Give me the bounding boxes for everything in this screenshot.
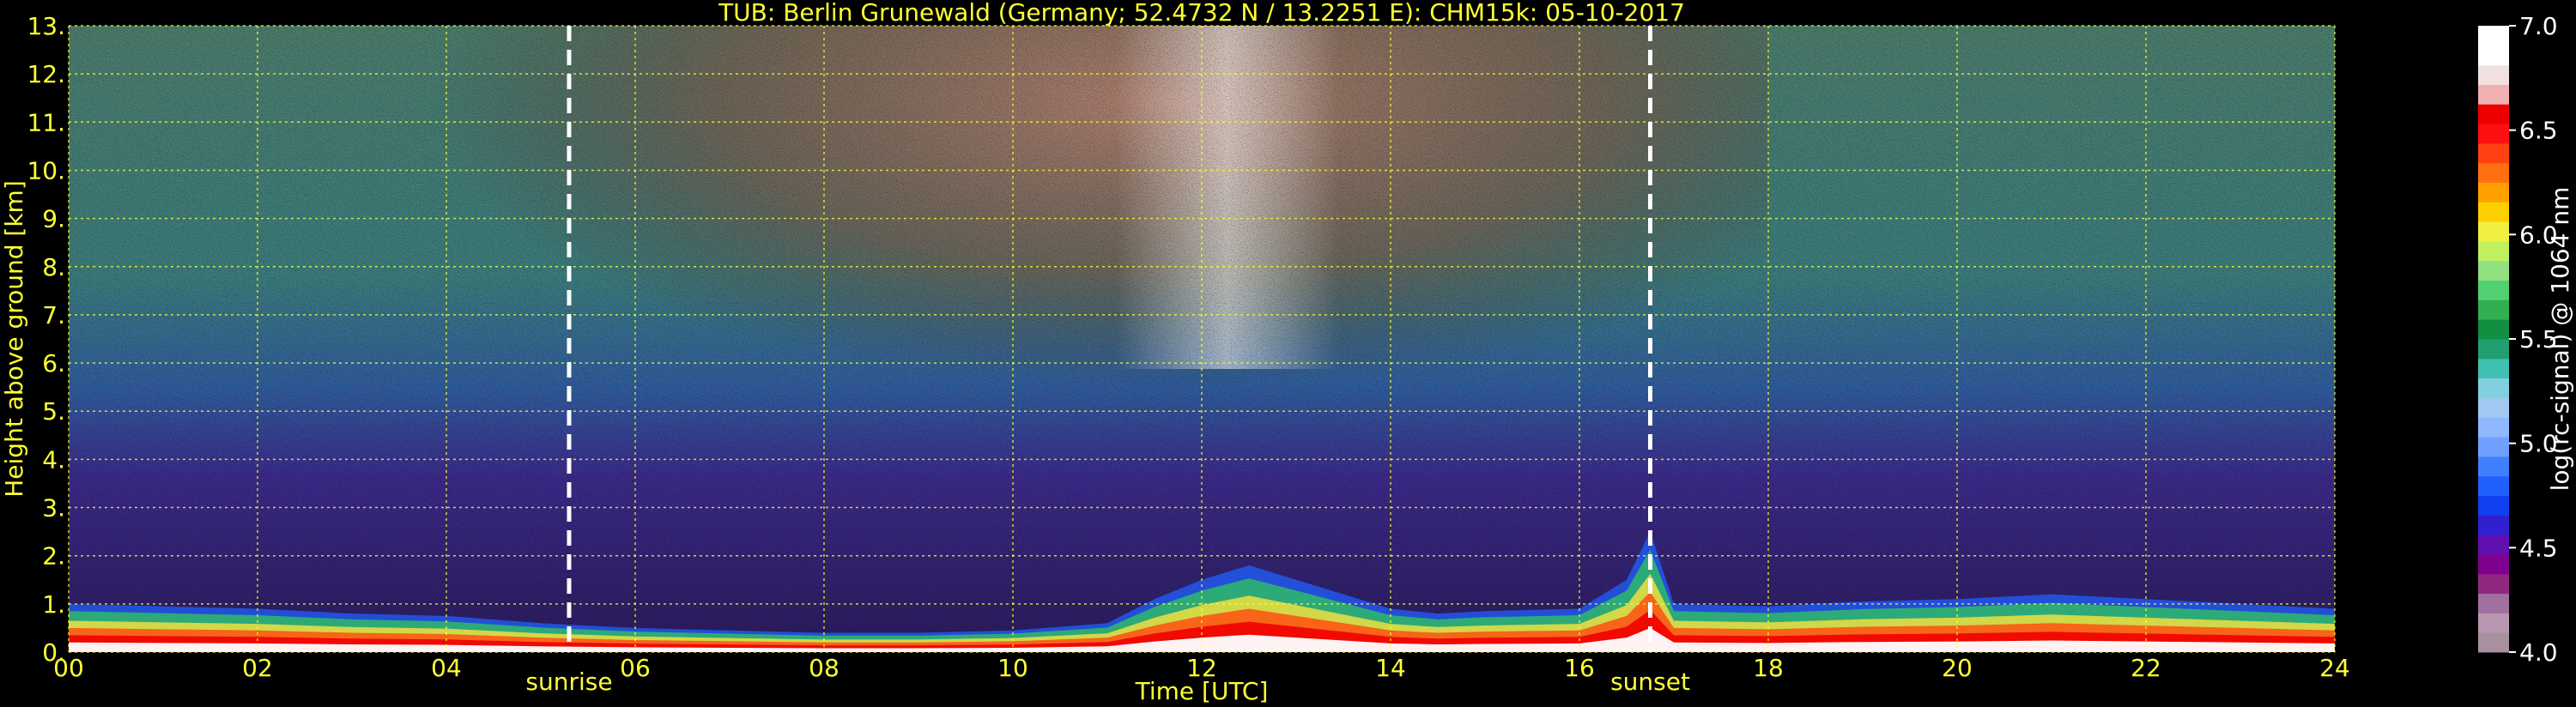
colorbar-segment: [2478, 202, 2509, 222]
colorbar-segment: [2478, 124, 2509, 144]
x-tick-label: 08: [809, 654, 839, 682]
colorbar-segment: [2478, 397, 2509, 418]
y-tick-label: 3.: [42, 494, 65, 523]
x-tick-label: 22: [2131, 654, 2161, 682]
x-tick-label: 18: [1753, 654, 1784, 682]
colorbar-segment: [2478, 613, 2509, 633]
colorbar-segment: [2478, 64, 2509, 85]
colorbar-segment: [2478, 358, 2509, 379]
colorbar-segment: [2478, 632, 2509, 653]
y-tick-label: 10.: [27, 156, 65, 184]
y-tick-label: 7.: [42, 301, 65, 329]
colorbar-segment: [2478, 142, 2509, 164]
colorbar-segment: [2478, 182, 2509, 202]
x-tick-label: 14: [1375, 654, 1406, 682]
colorbar-segment: [2478, 240, 2509, 262]
y-tick-label: 8.: [42, 253, 65, 281]
colorbar-segment: [2478, 515, 2509, 535]
colorbar-segment: [2478, 260, 2509, 281]
y-tick-label: 0.: [42, 638, 65, 667]
x-tick-label: 24: [2319, 654, 2350, 682]
y-tick-label: 11.: [27, 108, 65, 136]
y-tick-label: 4.: [42, 445, 65, 474]
y-tick-label: 1.: [42, 590, 65, 619]
y-tick-labels: 0. 1. 2. 3. 4. 5. 6. 7. 8. 9. 10. 11. 12. 13.: [27, 12, 65, 667]
x-tick-label: 20: [1942, 654, 1973, 682]
y-tick-label: 9.: [42, 205, 65, 233]
x-axis-label: Time [UTC]: [1135, 677, 1269, 705]
colorbar-segment: [2478, 162, 2509, 183]
y-tick-label: 5.: [42, 397, 65, 426]
y-tick-label: 2.: [42, 542, 65, 571]
marker-label-sunset: sunset: [1610, 668, 1690, 696]
colorbar-segment: [2478, 573, 2509, 595]
y-tick-label: 6.: [42, 349, 65, 378]
colorbar-label: log(rc-signal) @ 1064 nm: [2546, 187, 2574, 492]
colorbar-segment: [2478, 417, 2509, 438]
colorbar-segment: [2478, 45, 2509, 66]
colorbar-segment: [2478, 475, 2509, 496]
marker-label-sunrise: sunrise: [525, 668, 612, 696]
colorbar-segment: [2478, 593, 2509, 613]
colorbar-segment: [2478, 280, 2509, 300]
colorbar-segment: [2478, 495, 2509, 516]
colorbar-segment: [2478, 553, 2509, 575]
colorbar-segment: [2478, 299, 2509, 320]
colorbar-segment: [2478, 456, 2509, 477]
colorbar-segment: [2478, 319, 2509, 340]
ceilometer-chart: sunrise sunset 00 02 04 06 08 10 12 14 16 18 20 22 24…: [0, 0, 2574, 705]
colorbar-segment: [2478, 339, 2509, 360]
colorbar-segment: [2478, 378, 2509, 398]
x-tick-label: 10: [997, 654, 1028, 682]
colorbar-segment: [2478, 535, 2509, 555]
x-tick-label: 06: [620, 654, 651, 682]
colorbar-tick-label: 6.5: [2519, 117, 2558, 145]
chart-title: TUB: Berlin Grunewald (Germany; 52.4732 …: [718, 0, 1685, 27]
colorbar-tick-label: 4.5: [2519, 534, 2558, 562]
colorbar-segment: [2478, 437, 2509, 457]
y-tick-label: 12.: [27, 60, 65, 88]
y-tick-label: 13.: [27, 12, 65, 40]
colorbar-tick-label: 4.0: [2519, 638, 2558, 667]
x-tick-label: 04: [431, 654, 462, 682]
colorbar-tick-label: 7.0: [2519, 12, 2558, 40]
x-tick-label: 16: [1564, 654, 1595, 682]
colorbar-segment: [2478, 26, 2509, 46]
colorbar-segment: [2478, 221, 2509, 242]
colorbar-segment: [2478, 104, 2509, 124]
y-axis-label: Height above ground [km]: [0, 180, 28, 498]
colorbar-segment: [2478, 84, 2509, 105]
x-tick-label: 02: [242, 654, 273, 682]
